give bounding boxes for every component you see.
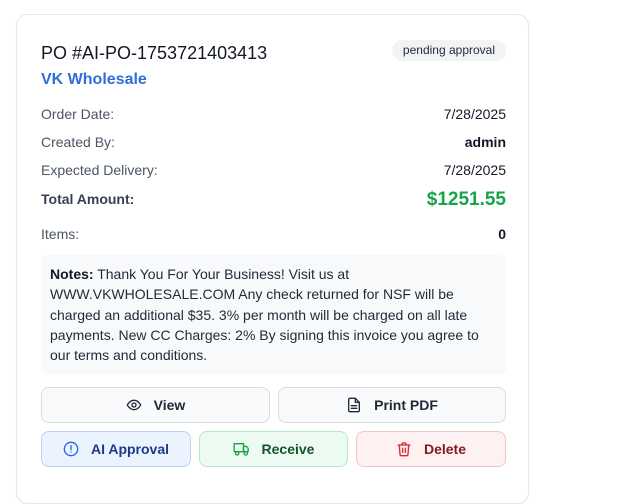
notes-text: Thank You For Your Business! Visit us at… — [50, 266, 479, 364]
alert-circle-icon — [63, 441, 79, 457]
total-amount-value: $1251.55 — [426, 189, 506, 210]
truck-icon — [233, 441, 250, 457]
view-button[interactable]: View — [41, 387, 270, 423]
expected-delivery-label: Expected Delivery: — [41, 162, 158, 178]
created-by-value: admin — [464, 134, 506, 150]
receive-button-label: Receive — [261, 441, 315, 457]
notes-label: Notes: — [50, 266, 94, 282]
eye-icon — [126, 397, 142, 413]
items-row: Items: 0 — [41, 226, 506, 242]
items-value: 0 — [498, 226, 506, 242]
order-date-row: Order Date: 7/28/2025 — [41, 106, 506, 122]
notes-box: Notes: Thank You For Your Business! Visi… — [41, 255, 506, 375]
order-date-value: 7/28/2025 — [443, 106, 506, 122]
created-by-row: Created By: admin — [41, 134, 506, 150]
purchase-order-card: PO #AI-PO-1753721403413 pending approval… — [16, 14, 529, 504]
receive-button[interactable]: Receive — [199, 431, 348, 467]
expected-delivery-row: Expected Delivery: 7/28/2025 — [41, 162, 506, 178]
status-badge: pending approval — [391, 40, 506, 61]
po-number-title: PO #AI-PO-1753721403413 — [41, 43, 268, 63]
view-button-label: View — [153, 397, 186, 413]
trash-icon — [396, 441, 412, 457]
items-label: Items: — [41, 226, 80, 242]
delete-button[interactable]: Delete — [356, 431, 506, 467]
order-date-label: Order Date: — [41, 106, 115, 122]
file-text-icon — [346, 397, 362, 413]
created-by-label: Created By: — [41, 134, 115, 150]
ai-approval-button-label: AI Approval — [90, 441, 170, 457]
ai-approval-button[interactable]: AI Approval — [41, 431, 191, 467]
print-pdf-button-label: Print PDF — [374, 397, 438, 413]
total-amount-label: Total Amount: — [41, 191, 135, 207]
delete-button-label: Delete — [423, 441, 467, 457]
print-pdf-button[interactable]: Print PDF — [278, 387, 506, 423]
vendor-name: VK Wholesale — [41, 71, 147, 88]
expected-delivery-value: 7/28/2025 — [443, 162, 506, 178]
total-amount-row: Total Amount: $1251.55 — [41, 189, 506, 211]
